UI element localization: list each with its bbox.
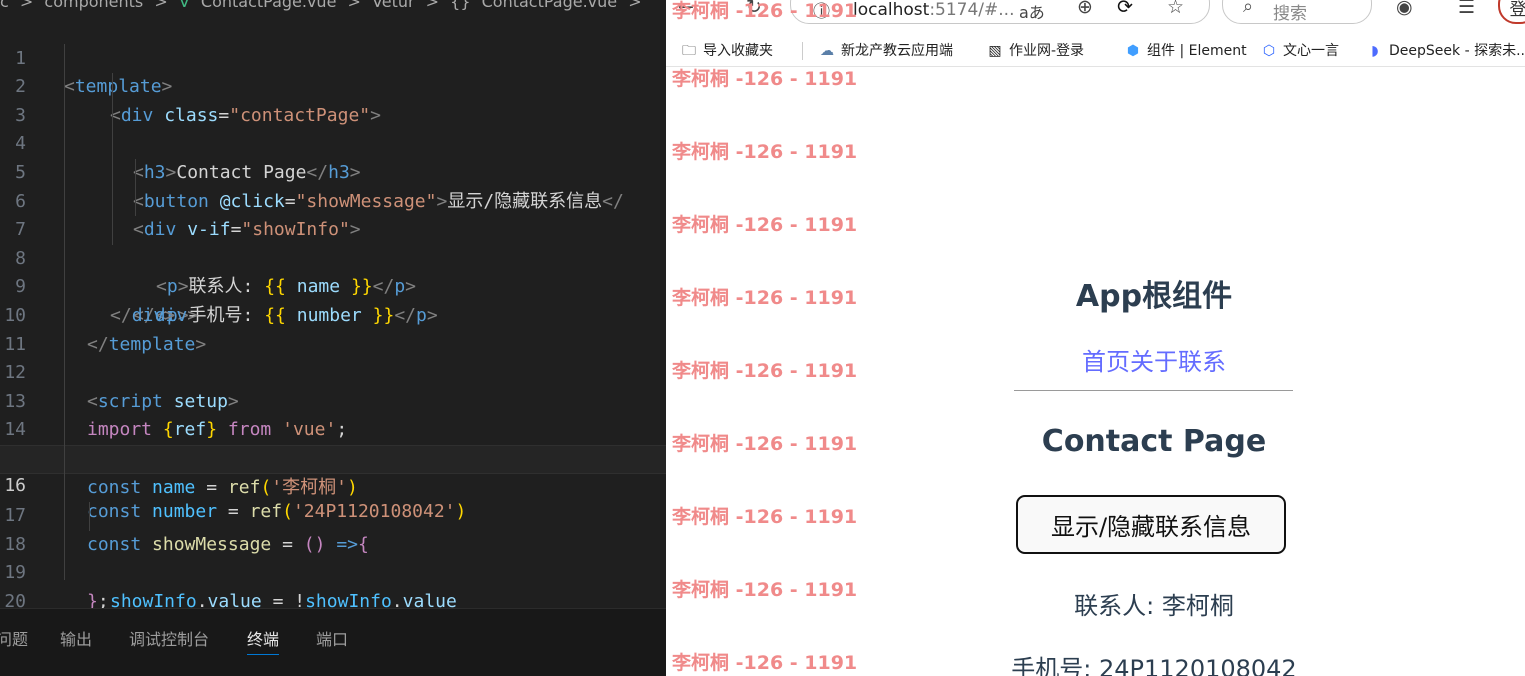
nav-link-about[interactable]: 关于 — [1130, 348, 1178, 376]
nav-link-home[interactable]: 首页 — [1082, 348, 1130, 376]
breadcrumb-sep: > — [347, 0, 361, 11]
watermark: 李柯桐 -126 - 1191 — [672, 0, 858, 22]
code-line: 19 }; — [0, 531, 666, 612]
browser-window: ← ↻ ⓘ localhost:5174/#... aあ ⊕ ⟳ ☆ ⌕ 搜索 … — [666, 0, 1525, 676]
breadcrumb-root[interactable]: c — [0, 0, 9, 11]
code-line: 14 const showInfo = ref(false) — [0, 388, 666, 469]
code-line: 6 <p>联系人: {{ name }}</p> — [0, 158, 666, 297]
code-line: 10 </template> — [0, 273, 666, 355]
contact-phone: 手机号: 24P1120108042 — [1011, 655, 1297, 676]
profile-button[interactable]: 登 — [1498, 0, 1525, 24]
code-line: 13 import {ref} from 'vue'; — [0, 359, 666, 441]
code-line: 7 <p>手机号: {{ number }}</p> — [0, 187, 666, 326]
breadcrumb-vetur[interactable]: Vetur — [372, 0, 415, 11]
search-box[interactable]: ⌕ 搜索 — [1222, 0, 1372, 24]
breadcrumb-file[interactable]: ContactPage.vue — [201, 0, 337, 11]
code-line: 11 — [0, 302, 666, 355]
tab-ports[interactable]: 端口 — [316, 626, 348, 650]
watermark: 李柯桐 -126 - 1191 — [672, 68, 858, 90]
zoom-icon[interactable]: ⊕ — [1077, 0, 1093, 18]
nav-link-contact[interactable]: 联系 — [1178, 348, 1226, 376]
tab-debug-console[interactable]: 调试控制台 — [129, 626, 209, 650]
bookmark-element[interactable]: ⬢ 组件 | Element — [1124, 40, 1247, 60]
whale-icon: ◗ — [1371, 43, 1379, 59]
divider — [1014, 390, 1293, 391]
code-line: 20 </script> — [0, 559, 666, 641]
code-line: 1 <template> — [0, 16, 666, 98]
image-icon: ▧ — [988, 43, 1002, 59]
tab-terminal[interactable]: 终端 — [247, 626, 280, 655]
page-content: 李柯桐 -126 - 1191 李柯桐 -126 - 1191 李柯桐 -126… — [666, 0, 1525, 676]
search-icon: ⌕ — [1243, 0, 1254, 17]
code-line: 15 const name = ref('李柯桐') — [0, 416, 666, 498]
tab-problems[interactable]: 问题 — [0, 626, 28, 650]
hexagon-icon: ⬡ — [1262, 43, 1276, 59]
bookmark-homework[interactable]: ▧ 作业网-登录 — [986, 40, 1084, 60]
watermark: 李柯桐 -126 - 1191 — [672, 506, 858, 528]
code-line: 3 <h3>Contact Page</h3> — [0, 73, 666, 183]
breadcrumb-sep: > — [628, 0, 642, 11]
breadcrumb: c > components > V ContactPage.vue > Vet… — [0, 0, 666, 12]
code-line: 4 <button @click="showMessage">显示/隐藏联系信息… — [0, 101, 666, 212]
code-line: 2 <div class="contactPage"> — [0, 45, 666, 126]
breadcrumb-symbol[interactable]: ContactPage.vue — [482, 0, 618, 11]
favorites-icon[interactable]: ☰ — [1458, 0, 1475, 18]
code-line: 12 <script setup> — [0, 331, 666, 412]
bookmark-xinlong[interactable]: ☁ 新龙产教云应用端 — [818, 40, 953, 60]
code-editor[interactable]: c > components > V ContactPage.vue > Vet… — [0, 0, 666, 676]
code-line: 9 </div> — [0, 245, 666, 326]
element-icon: ⬢ — [1126, 43, 1140, 59]
read-aloud-icon[interactable]: aあ — [1019, 0, 1045, 23]
search-placeholder: 搜索 — [1273, 4, 1307, 24]
contact-name: 联系人: 李柯桐 — [1074, 592, 1234, 620]
bookmarks-bar: 🗀 导入收藏夹 ☁ 新龙产教云应用端 ▧ 作业网-登录 ⬢ 组件 | Element ⬡… — [666, 34, 1525, 67]
bottom-panel: 问题 输出 调试控制台 终端 端口 — [0, 608, 666, 676]
breadcrumb-components[interactable]: components — [44, 0, 143, 11]
breadcrumb-sep: > — [425, 0, 440, 11]
watermark: 李柯桐 -126 - 1191 — [672, 214, 858, 236]
cloud-icon: ☁ — [820, 43, 834, 59]
code-line: 18 showInfo.value = !showInfo.value — [0, 502, 666, 612]
code-line-current: 16 const number = ref('24P1120108042') — [0, 444, 666, 522]
bookmark-divider — [802, 42, 803, 60]
copilot-icon[interactable]: ◉ — [1396, 0, 1413, 18]
bookmark-wenxin[interactable]: ⬡ 文心一言 — [1260, 40, 1339, 60]
braces-icon: {} — [450, 0, 471, 11]
tab-output[interactable]: 输出 — [60, 626, 92, 650]
folder-icon: 🗀 — [682, 43, 696, 59]
favorite-star-icon[interactable]: ☆ — [1167, 0, 1184, 18]
toggle-contact-button[interactable]: 显示/隐藏联系信息 — [1016, 495, 1286, 554]
breadcrumb-sep: > — [19, 0, 34, 11]
breadcrumb-sep: > — [154, 0, 168, 11]
vue-file-icon: V — [178, 0, 190, 11]
code-line: 5 <div v-if="showInfo"> — [0, 130, 666, 240]
extension-icon[interactable]: ⟳ — [1117, 0, 1133, 18]
watermark: 李柯桐 -126 - 1191 — [672, 141, 858, 163]
bookmark-deepseek[interactable]: ◗ DeepSeek - 探索未... — [1366, 40, 1525, 60]
url-text: localhost:5174/#... — [853, 0, 1015, 20]
page-title: Contact Page — [1041, 424, 1267, 459]
code-line: 8 </div> — [0, 216, 666, 326]
code-area[interactable]: 1 <template> 2 <div class="contactPage">… — [0, 16, 666, 641]
code-line: 17 const showMessage = () =>{ — [0, 474, 666, 555]
bookmark-import[interactable]: 🗀 导入收藏夹 — [680, 40, 773, 64]
nav-links: 首页关于联系 — [666, 342, 1525, 377]
app-title: App根组件 — [1075, 279, 1233, 314]
